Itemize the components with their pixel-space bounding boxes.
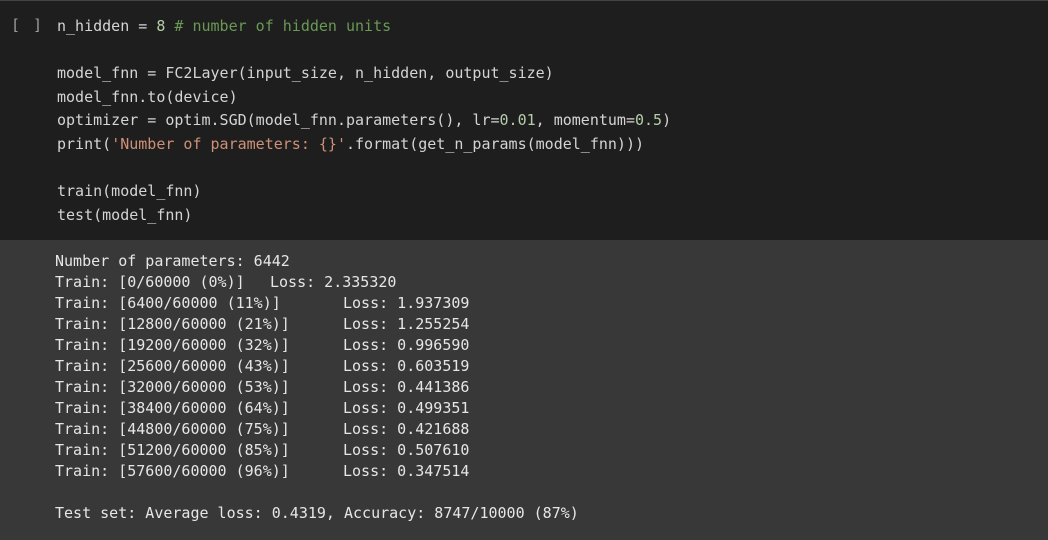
train-loss: Loss: 0.441386 xyxy=(343,378,470,396)
notebook-code-cell[interactable]: [ ] n_hidden = 8 # number of hidden unit… xyxy=(0,0,1048,540)
train-loss: Loss: 0.347514 xyxy=(343,462,470,480)
train-row: Train: [32000/60000 (53%)] Loss: 0.441386 xyxy=(55,377,579,398)
code-token: .format(get_n_params(model_fnn))) xyxy=(346,134,645,153)
code-token: = xyxy=(129,17,157,35)
train-loss: Loss: 0.603519 xyxy=(343,357,470,375)
code-token: optimizer xyxy=(57,111,139,130)
code-token: n_hidden xyxy=(57,17,130,35)
train-row: Train: [25600/60000 (43%)] Loss: 0.603519 xyxy=(55,356,579,377)
code-line-5: print('Number of parameters: {}'.format(… xyxy=(57,133,671,157)
code-token: model_fnn xyxy=(57,64,139,83)
train-loss: Loss: 0.499351 xyxy=(343,399,470,417)
code-line-7: test(model_fnn) xyxy=(57,205,193,224)
code-token: , momentum= xyxy=(535,111,635,130)
train-progress: Train: [38400/60000 (64%)] xyxy=(55,399,290,417)
train-row: Train: [6400/60000 (11%)] Loss: 1.937309 xyxy=(55,293,579,314)
output-blank-line xyxy=(55,482,579,503)
code-token: FC2Layer(input_size, n_hidden, output_si… xyxy=(165,64,554,83)
train-row: Train: [44800/60000 (75%)] Loss: 0.421688 xyxy=(55,419,579,440)
params-line: Number of parameters: 6442 xyxy=(55,252,290,270)
code-number: 0.01 xyxy=(499,111,536,130)
code-token: print( xyxy=(57,134,112,153)
code-line-4: optimizer = optim.SGD(model_fnn.paramete… xyxy=(57,109,671,133)
train-row: Train: [51200/60000 (85%)] Loss: 0.507610 xyxy=(55,440,579,461)
train-loss: Loss: 0.507610 xyxy=(343,441,470,459)
code-token: = xyxy=(138,64,166,83)
code-line-1: n_hidden = 8 # number of hidden units xyxy=(57,15,671,39)
train-progress: Train: [6400/60000 (11%)] xyxy=(55,294,281,312)
train-row: Train: [19200/60000 (32%)] Loss: 0.996590 xyxy=(55,335,579,356)
code-token: ) xyxy=(662,111,672,130)
train-row: Train: [12800/60000 (21%)] Loss: 1.255254 xyxy=(55,314,579,335)
test-result-line: Test set: Average loss: 0.4319, Accuracy… xyxy=(55,504,579,522)
code-line-2: model_fnn = FC2Layer(input_size, n_hidde… xyxy=(57,62,671,86)
train-loss: Loss: 1.255254 xyxy=(343,315,470,333)
train-progress: Train: [25600/60000 (43%)] xyxy=(55,357,290,375)
train-loss: Loss: 2.335320 xyxy=(270,273,397,291)
train-progress: Train: [51200/60000 (85%)] xyxy=(55,441,290,459)
train-row: Train: [38400/60000 (64%)] Loss: 0.499351 xyxy=(55,398,579,419)
code-line-3: model_fnn.to(device) xyxy=(57,87,238,106)
code-editor[interactable]: [ ] n_hidden = 8 # number of hidden unit… xyxy=(0,0,1048,240)
train-progress: Train: [44800/60000 (75%)] xyxy=(55,420,290,438)
code-token: = xyxy=(138,111,166,130)
train-loss: Loss: 0.421688 xyxy=(343,420,470,438)
code-comment: # number of hidden units xyxy=(165,17,392,35)
output-text: Number of parameters: 6442 Train: [0/6000… xyxy=(55,251,579,524)
code-token: optim.SGD(model_fnn.parameters(), lr= xyxy=(165,111,500,130)
code-line-6: train(model_fnn) xyxy=(57,182,202,201)
code-string: 'Number of parameters: {}' xyxy=(111,134,346,153)
train-progress: Train: [12800/60000 (21%)] xyxy=(55,315,290,333)
train-row: Train: [0/60000 (0%)] Loss: 2.335320 xyxy=(55,272,579,293)
code-number: 0.5 xyxy=(634,111,663,130)
train-progress: Train: [32000/60000 (53%)] xyxy=(55,378,290,396)
code-text[interactable]: n_hidden = 8 # number of hidden units mod… xyxy=(57,15,671,227)
run-cell-button[interactable]: [ ] xyxy=(11,16,44,34)
train-progress: Train: [57600/60000 (96%)] xyxy=(55,462,290,480)
train-row: Train: [57600/60000 (96%)] Loss: 0.347514 xyxy=(55,461,579,482)
train-loss: Loss: 1.937309 xyxy=(343,294,470,312)
train-progress: Train: [0/60000 (0%)] xyxy=(55,273,245,291)
train-loss: Loss: 0.996590 xyxy=(343,336,470,354)
train-progress: Train: [19200/60000 (32%)] xyxy=(55,336,290,354)
cell-output: Number of parameters: 6442 Train: [0/6000… xyxy=(0,240,1048,540)
